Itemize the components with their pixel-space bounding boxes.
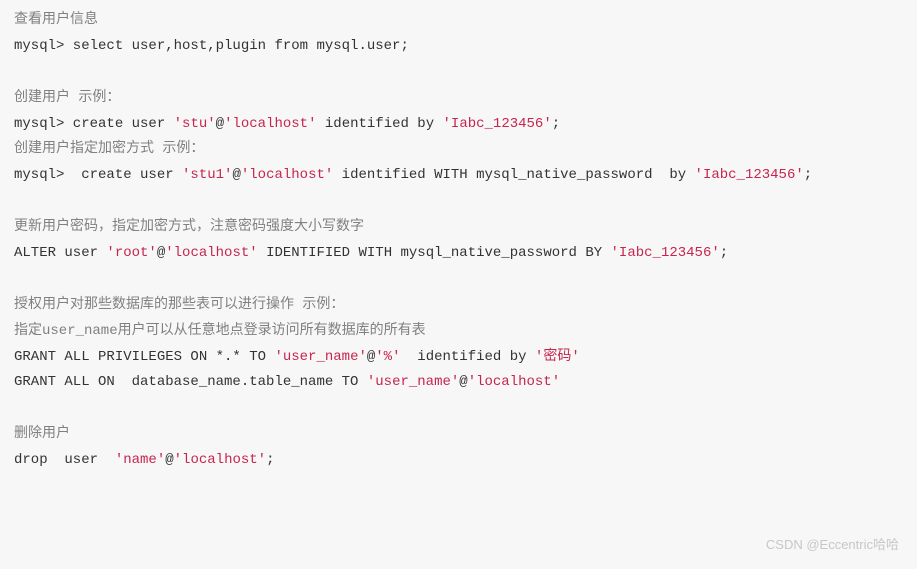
- string-literal: 'localhost': [165, 245, 257, 261]
- at-symbol: @: [232, 167, 240, 183]
- code-line: drop user 'name'@'localhost';: [14, 448, 903, 474]
- string-literal: 'localhost': [174, 452, 266, 468]
- code-line: mysql> create user 'stu1'@'localhost' id…: [14, 163, 903, 189]
- code-fragment: ;: [266, 452, 274, 468]
- code-fragment: mysql> create user: [14, 116, 174, 132]
- comment-line: 授权用户对那些数据库的那些表可以进行操作 示例：: [14, 293, 903, 319]
- string-literal: 'Iabc_123456': [695, 167, 804, 183]
- code-fragment: GRANT ALL PRIVILEGES ON *.* TO: [14, 349, 274, 365]
- at-symbol: @: [157, 245, 165, 261]
- comment-line: 创建用户指定加密方式 示例：: [14, 137, 903, 163]
- code-fragment: ;: [720, 245, 728, 261]
- code-line: GRANT ALL PRIVILEGES ON *.* TO 'user_nam…: [14, 345, 903, 371]
- at-symbol: @: [459, 374, 467, 390]
- comment-line: 创建用户 示例：: [14, 86, 903, 112]
- string-literal: 'localhost': [241, 167, 333, 183]
- comment-line: 删除用户: [14, 422, 903, 448]
- code-fragment: GRANT ALL ON database_name.table_name TO: [14, 374, 367, 390]
- code-fragment: mysql> create user: [14, 167, 182, 183]
- blank-line: [14, 189, 903, 215]
- code-fragment: IDENTIFIED WITH mysql_native_password BY: [258, 245, 611, 261]
- code-fragment: identified by: [401, 349, 535, 365]
- code-line: mysql> create user 'stu'@'localhost' ide…: [14, 112, 903, 138]
- string-literal: 'localhost': [468, 374, 560, 390]
- string-literal: 'Iabc_123456': [611, 245, 720, 261]
- code-line: mysql> select user,host,plugin from mysq…: [14, 34, 903, 60]
- code-fragment: ALTER user: [14, 245, 106, 261]
- at-symbol: @: [165, 452, 173, 468]
- code-fragment: identified by: [316, 116, 442, 132]
- code-fragment: ;: [552, 116, 560, 132]
- code-fragment: drop user: [14, 452, 115, 468]
- string-literal: 'user_name': [367, 374, 459, 390]
- string-literal: 'localhost': [224, 116, 316, 132]
- at-symbol: @: [216, 116, 224, 132]
- comment-line: 更新用户密码，指定加密方式，注意密码强度大小写数字: [14, 215, 903, 241]
- string-literal: 'stu': [174, 116, 216, 132]
- blank-line: [14, 60, 903, 86]
- string-literal: '密码': [535, 349, 580, 365]
- code-fragment: identified WITH mysql_native_password by: [333, 167, 694, 183]
- string-literal: 'stu1': [182, 167, 232, 183]
- code-block: 查看用户信息 mysql> select user,host,plugin fr…: [14, 8, 903, 474]
- blank-line: [14, 267, 903, 293]
- blank-line: [14, 396, 903, 422]
- comment-line: 查看用户信息: [14, 8, 903, 34]
- code-fragment: ;: [804, 167, 812, 183]
- watermark-text: CSDN @Eccentric哈哈: [766, 533, 899, 557]
- code-line: ALTER user 'root'@'localhost' IDENTIFIED…: [14, 241, 903, 267]
- string-literal: '%': [375, 349, 400, 365]
- string-literal: 'name': [115, 452, 165, 468]
- string-literal: 'Iabc_123456': [443, 116, 552, 132]
- code-line: GRANT ALL ON database_name.table_name TO…: [14, 370, 903, 396]
- comment-line: 指定user_name用户可以从任意地点登录访问所有数据库的所有表: [14, 319, 903, 345]
- string-literal: 'root': [106, 245, 156, 261]
- string-literal: 'user_name': [274, 349, 366, 365]
